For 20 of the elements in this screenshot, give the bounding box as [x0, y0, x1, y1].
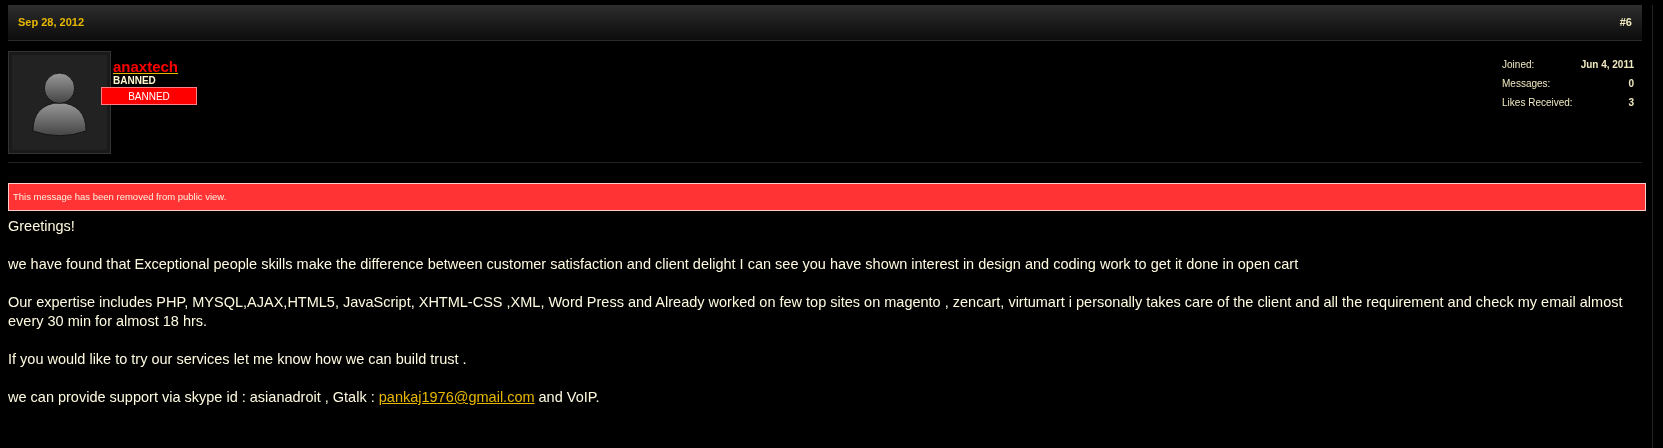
- avatar[interactable]: [8, 51, 111, 154]
- stat-label: Messages:: [1502, 77, 1552, 91]
- banned-banner: BANNED: [101, 87, 197, 105]
- stat-value: Jun 4, 2011: [1580, 58, 1634, 72]
- removed-notice: This message has been removed from public view.: [8, 183, 1646, 211]
- post-number[interactable]: #6: [1619, 14, 1632, 31]
- message-paragraph: we have found that Exceptional people skills make the difference between customer satisfaction and client delight I can see you have shown interest in design and coding work to get it done in open cart: [8, 255, 1300, 274]
- username-link[interactable]: anaxtech: [113, 58, 197, 75]
- email-link[interactable]: pankaj1976@gmail.com: [378, 389, 535, 405]
- stat-value: 3: [1627, 96, 1634, 110]
- stat-label: Joined:: [1502, 58, 1536, 72]
- message-paragraph: we can provide support via skype id : asianadroit , Gtalk : pankaj1976@gmail.com and VoIP.: [8, 388, 601, 407]
- stat-value: 0: [1627, 77, 1634, 91]
- post-date: Sep 28, 2012: [18, 15, 85, 31]
- message-paragraph: Our expertise includes PHP, MYSQL,AJAX,HTML5, JavaScript, XHTML-CSS ,XML, Word Press and Already worked on few top sites on magento , zencart, virtumart i personally takes care of the client and all the requirement and check my email almost every 30 min for almost 18 hrs.: [8, 293, 1624, 331]
- message-paragraph: If you would like to try our services let me know how we can build trust .: [8, 350, 468, 369]
- stat-label: Likes Received:: [1502, 96, 1573, 110]
- person-icon: [12, 55, 107, 150]
- message-paragraph: Greetings!: [8, 217, 76, 236]
- user-title: BANNED: [113, 75, 157, 87]
